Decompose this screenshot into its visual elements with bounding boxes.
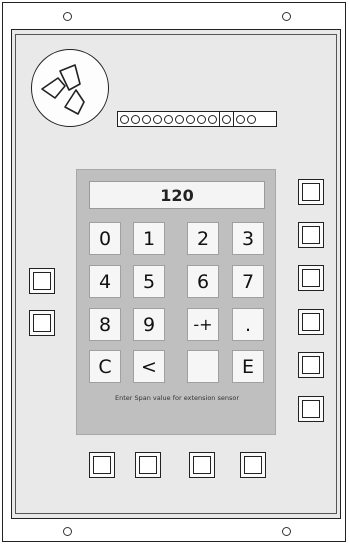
connector-pin — [247, 114, 256, 124]
connector-pin — [186, 114, 195, 124]
key-decimal[interactable]: . — [232, 308, 264, 341]
connector-pin — [236, 114, 245, 124]
connector-pin — [208, 114, 217, 124]
right-soft-button-4[interactable] — [298, 309, 324, 335]
right-soft-button-5[interactable] — [298, 352, 324, 378]
key-1[interactable]: 1 — [133, 222, 165, 255]
mount-hole-icon — [63, 12, 72, 21]
key-backspace[interactable]: < — [133, 350, 165, 383]
key-6[interactable]: 6 — [187, 265, 219, 298]
bottom-soft-button-3[interactable] — [189, 452, 215, 478]
right-soft-button-2[interactable] — [298, 222, 324, 248]
key-blank[interactable] — [187, 350, 219, 383]
connector-divider — [219, 112, 220, 126]
connector-pin — [164, 114, 173, 124]
connector-pin — [153, 114, 162, 124]
key-0[interactable]: 0 — [89, 222, 121, 255]
connector-pin — [131, 114, 140, 124]
mount-hole-icon — [282, 527, 291, 536]
key-3[interactable]: 3 — [232, 222, 264, 255]
bottom-soft-button-4[interactable] — [240, 452, 266, 478]
instruction-text: Enter Span value for extension sensor — [114, 394, 240, 402]
left-soft-button-1[interactable] — [29, 268, 55, 294]
key-8[interactable]: 8 — [89, 308, 121, 341]
key-sign[interactable]: -+ — [187, 308, 219, 341]
connector-strip — [117, 111, 277, 127]
keypad-screen: 120 0 1 2 3 4 5 6 7 8 9 -+ . C < E Enter… — [76, 169, 276, 435]
bottom-soft-button-1[interactable] — [89, 452, 115, 478]
key-7[interactable]: 7 — [232, 265, 264, 298]
connector-divider — [233, 112, 234, 126]
connector-pin — [120, 114, 129, 124]
bottom-soft-button-2[interactable] — [135, 452, 161, 478]
left-soft-button-2[interactable] — [29, 310, 55, 336]
key-4[interactable]: 4 — [89, 265, 121, 298]
connector-pin — [142, 114, 151, 124]
key-5[interactable]: 5 — [133, 265, 165, 298]
value-display: 120 — [89, 181, 265, 209]
right-soft-button-1[interactable] — [298, 179, 324, 205]
mount-hole-icon — [282, 12, 291, 21]
connector-pin — [222, 114, 231, 124]
connector-pin — [175, 114, 184, 124]
key-2[interactable]: 2 — [187, 222, 219, 255]
key-9[interactable]: 9 — [133, 308, 165, 341]
key-enter[interactable]: E — [232, 350, 264, 383]
key-clear[interactable]: C — [89, 350, 121, 383]
speaker-icon — [31, 49, 109, 127]
right-soft-button-3[interactable] — [298, 265, 324, 291]
right-soft-button-6[interactable] — [298, 396, 324, 422]
mount-hole-icon — [63, 527, 72, 536]
connector-pin — [197, 114, 206, 124]
